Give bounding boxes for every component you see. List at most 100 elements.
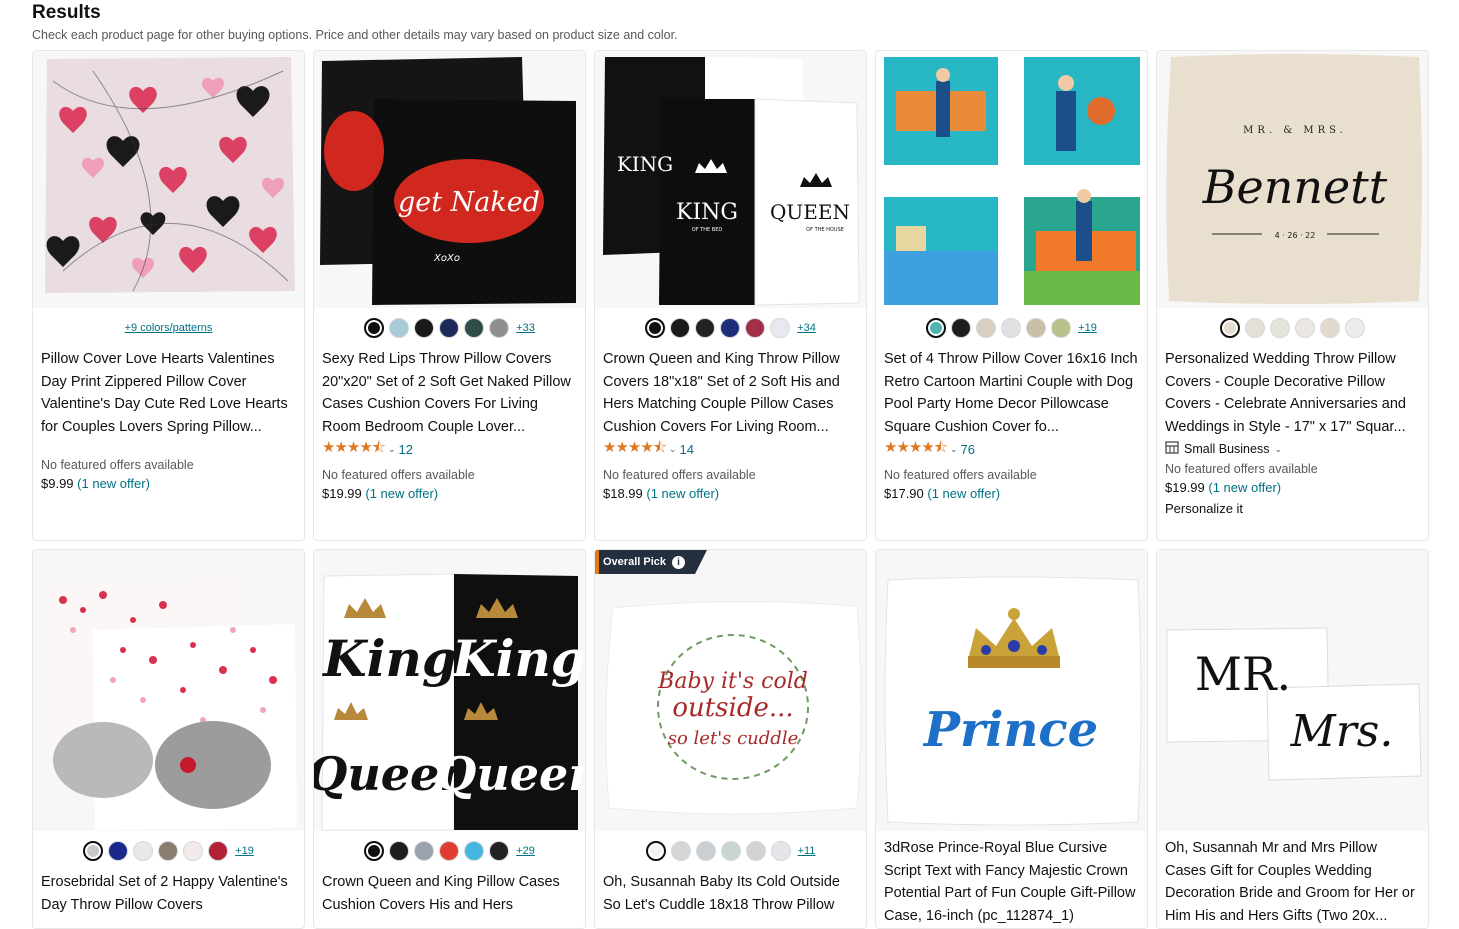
personalize-label[interactable]: Personalize it (1165, 501, 1420, 516)
color-swatch[interactable] (720, 841, 741, 861)
product-card[interactable]: +9 colors/patterns Pillow Cover Love Hea… (32, 50, 305, 541)
product-title[interactable]: Oh, Susannah Mr and Mrs Pillow Cases Gif… (1165, 837, 1420, 927)
product-title[interactable]: Sexy Red Lips Throw Pillow Covers 20"x20… (322, 348, 577, 438)
color-swatch[interactable] (489, 841, 510, 861)
product-image[interactable]: get Naked XoXo (314, 51, 585, 308)
color-swatch[interactable] (364, 318, 385, 338)
product-image[interactable]: King King Queen Queen (314, 550, 585, 831)
color-swatch[interactable] (439, 318, 460, 338)
color-swatch[interactable] (414, 318, 435, 338)
more-colors-link[interactable]: +19 (1078, 322, 1097, 334)
color-swatch[interactable] (83, 841, 104, 861)
product-image[interactable]: MR. Mrs. (1157, 550, 1428, 831)
color-swatch[interactable] (1051, 318, 1072, 338)
color-swatch[interactable] (1001, 318, 1022, 338)
color-swatch[interactable] (108, 841, 129, 861)
color-swatch[interactable] (133, 841, 154, 861)
color-swatch[interactable] (645, 318, 666, 338)
star-rating-icon: ★★★★⯪ (603, 438, 667, 456)
color-swatch[interactable] (695, 841, 716, 861)
product-card[interactable]: +19 Erosebridal Set of 2 Happy Valentine… (32, 549, 305, 929)
product-card[interactable]: get Naked XoXo +33 Sexy Red Lips Throw P… (313, 50, 586, 541)
product-title[interactable]: Crown Queen and King Pillow Cases Cushio… (322, 871, 577, 928)
color-swatch[interactable] (770, 841, 791, 861)
product-card[interactable]: Baby it's cold outside... so let's cuddl… (594, 549, 867, 929)
product-image[interactable] (876, 51, 1147, 308)
chevron-down-icon[interactable]: ⌄ (388, 444, 396, 455)
color-swatch[interactable] (1295, 318, 1315, 338)
product-image[interactable]: KING KING OF THE BED QUEEN OF THE HOUSE (595, 51, 866, 308)
overall-pick-badge[interactable]: Overall Pick i (595, 550, 707, 574)
color-swatch[interactable] (489, 318, 510, 338)
product-image[interactable]: Baby it's cold outside... so let's cuddl… (595, 550, 866, 831)
product-title[interactable]: Crown Queen and King Throw Pillow Covers… (603, 348, 858, 438)
offers-status: No featured offers available (322, 468, 475, 482)
product-title[interactable]: Personalized Wedding Throw Pillow Covers… (1165, 348, 1420, 438)
color-swatch[interactable] (745, 318, 766, 338)
color-swatch[interactable] (695, 318, 716, 338)
color-swatch[interactable] (464, 841, 485, 861)
color-swatch[interactable] (208, 841, 229, 861)
color-swatch[interactable] (439, 841, 460, 861)
product-card[interactable]: King King Queen Queen +29 Crown Queen an… (313, 549, 586, 929)
more-colors-link[interactable]: +11 (798, 845, 816, 857)
color-swatch[interactable] (1245, 318, 1265, 338)
product-title[interactable]: 3dRose Prince-Royal Blue Cursive Script … (884, 837, 1139, 927)
color-swatch[interactable] (364, 841, 385, 861)
more-colors-link[interactable]: +34 (797, 322, 816, 334)
color-swatch[interactable] (976, 318, 997, 338)
color-swatch[interactable] (389, 841, 410, 861)
product-card[interactable]: MR. & MRS. Bennett 4 · 26 · 22 Personali… (1156, 50, 1429, 541)
product-card[interactable]: MR. Mrs. Oh, Susannah Mr and Mrs Pillow … (1156, 549, 1429, 929)
product-title[interactable]: Oh, Susannah Baby Its Cold Outside So Le… (603, 871, 858, 928)
colors-patterns-link[interactable]: +9 colors/patterns (125, 322, 213, 334)
chevron-down-icon[interactable]: ⌄ (950, 444, 958, 455)
new-offer-link[interactable]: (1 new offer) (927, 486, 1000, 501)
review-count[interactable]: 14 (680, 442, 694, 457)
review-count[interactable]: 12 (399, 442, 413, 457)
color-swatch[interactable] (926, 318, 947, 338)
color-swatch[interactable] (389, 318, 410, 338)
color-swatch[interactable] (1026, 318, 1047, 338)
product-image[interactable] (33, 51, 304, 308)
color-swatch[interactable] (1345, 318, 1365, 338)
product-card[interactable]: +19 Set of 4 Throw Pillow Cover 16x16 In… (875, 50, 1148, 541)
product-title[interactable]: Pillow Cover Love Hearts Valentines Day … (41, 348, 296, 438)
color-swatch[interactable] (1220, 318, 1240, 338)
new-offer-link[interactable]: (1 new offer) (365, 486, 438, 501)
new-offer-link[interactable]: (1 new offer) (646, 486, 719, 501)
color-swatch[interactable] (158, 841, 179, 861)
review-count[interactable]: 76 (961, 442, 975, 457)
product-image[interactable]: MR. & MRS. Bennett 4 · 26 · 22 (1157, 51, 1428, 308)
rating[interactable]: ★★★★⯪ ⌄ 14 (603, 438, 858, 460)
color-swatch[interactable] (464, 318, 485, 338)
more-colors-link[interactable]: +33 (516, 322, 535, 334)
color-swatch[interactable] (770, 318, 791, 338)
product-card[interactable]: Prince 3dRose Prince-Royal Blue Cursive … (875, 549, 1148, 929)
chevron-down-icon[interactable]: ⌄ (1274, 444, 1282, 455)
product-card[interactable]: KING KING OF THE BED QUEEN OF THE HOUSE … (594, 50, 867, 541)
color-swatch[interactable] (1320, 318, 1340, 338)
color-swatch[interactable] (951, 318, 972, 338)
color-swatch[interactable] (183, 841, 204, 861)
product-image[interactable]: Prince (876, 550, 1147, 831)
color-swatch[interactable] (670, 841, 691, 861)
rating[interactable]: ★★★★⯪ ⌄ 12 (322, 438, 577, 460)
color-swatch[interactable] (670, 318, 691, 338)
color-swatch[interactable] (1270, 318, 1290, 338)
color-swatch[interactable] (745, 841, 766, 861)
info-icon[interactable]: i (672, 556, 685, 569)
rating[interactable]: ★★★★⯪ ⌄ 76 (884, 438, 1139, 460)
more-colors-link[interactable]: +29 (516, 845, 535, 857)
color-swatch[interactable] (414, 841, 435, 861)
product-title[interactable]: Erosebridal Set of 2 Happy Valentine's D… (41, 871, 296, 928)
product-title[interactable]: Set of 4 Throw Pillow Cover 16x16 Inch R… (884, 348, 1139, 438)
product-image[interactable] (33, 550, 304, 831)
new-offer-link[interactable]: (1 new offer) (1208, 480, 1281, 495)
more-colors-link[interactable]: +19 (235, 845, 254, 857)
color-swatch[interactable] (720, 318, 741, 338)
small-business-badge[interactable]: Small Business ⌄ (1165, 438, 1420, 460)
chevron-down-icon[interactable]: ⌄ (669, 444, 677, 455)
color-swatch[interactable] (645, 841, 666, 861)
new-offer-link[interactable]: (1 new offer) (77, 476, 150, 491)
